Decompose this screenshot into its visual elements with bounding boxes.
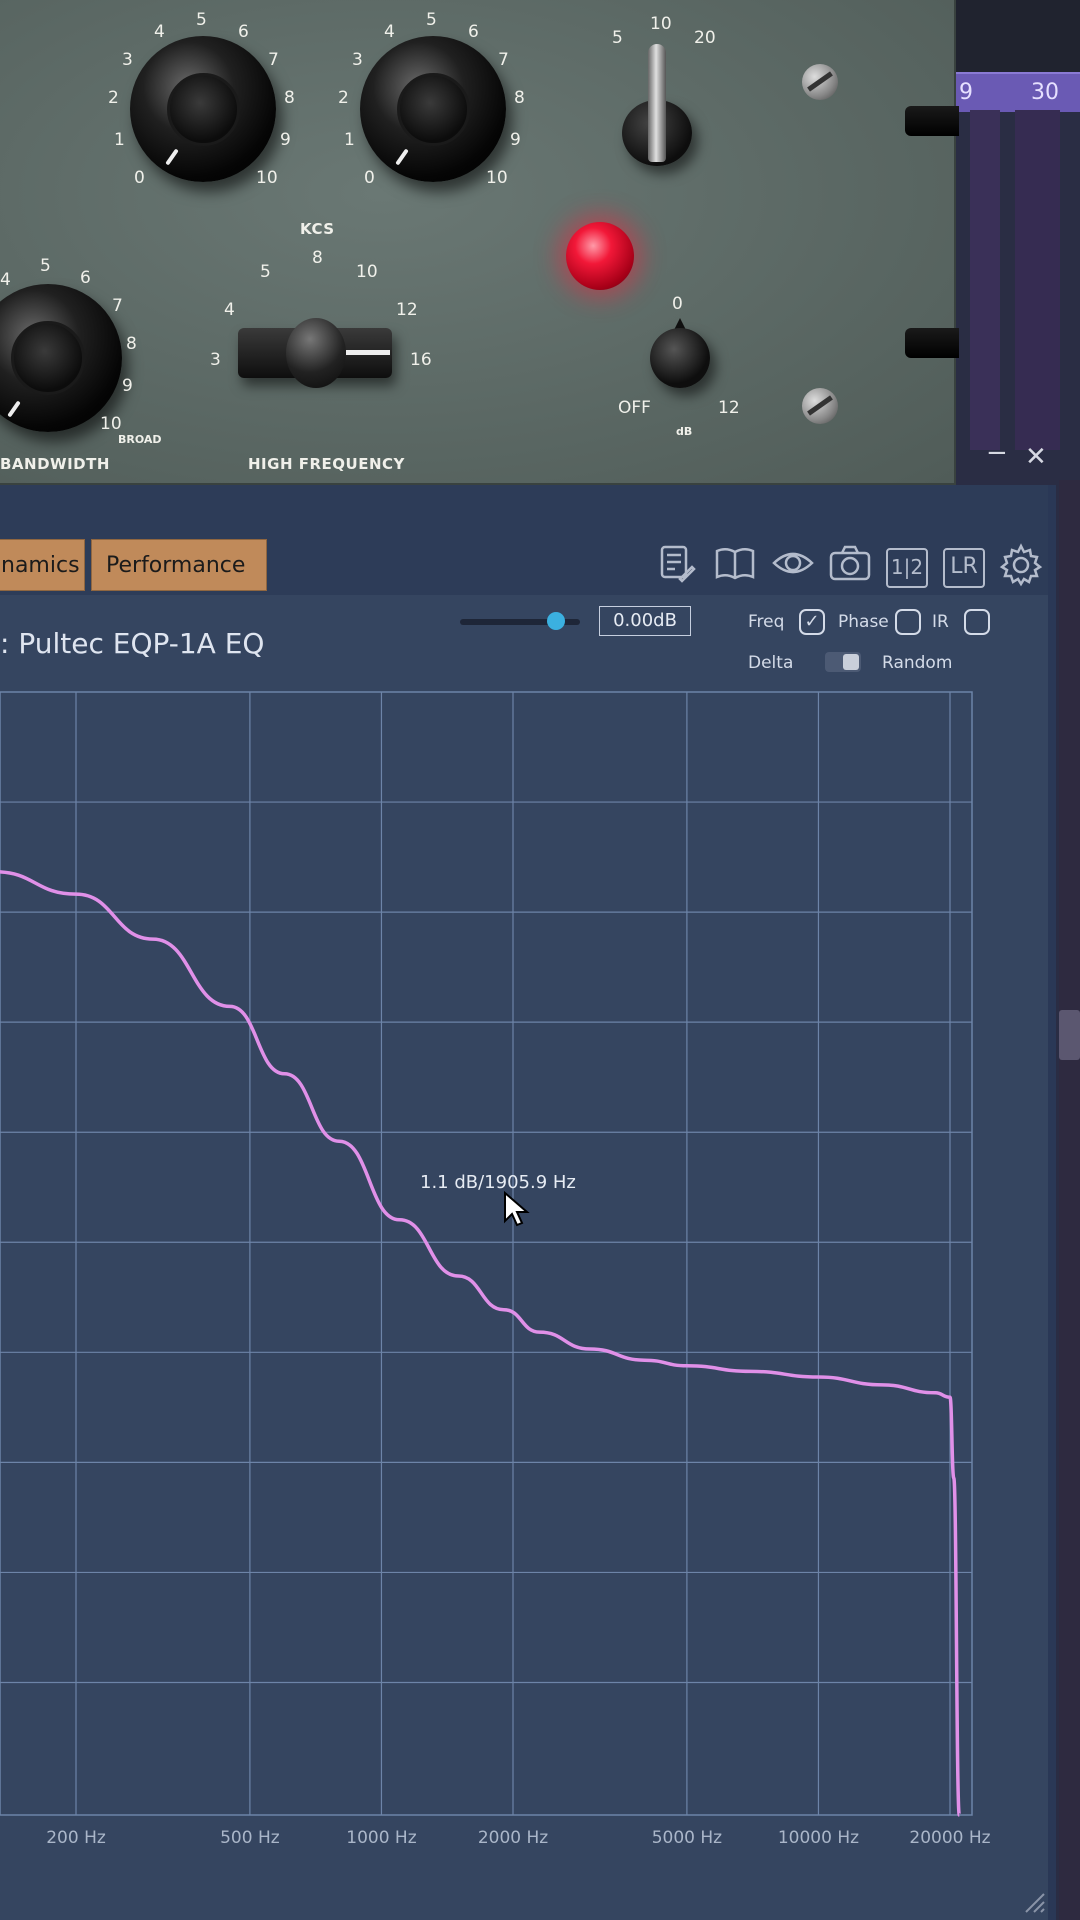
cursor-readout: 1.1 dB/1905.9 Hz [420, 1172, 576, 1193]
x-tick-label: 5000 Hz [652, 1828, 722, 1848]
plot-grid [0, 691, 973, 1816]
x-tick-label: 1000 Hz [346, 1828, 416, 1848]
x-tick-label: 200 Hz [46, 1828, 106, 1848]
x-tick-label: 20000 Hz [909, 1828, 990, 1848]
frequency-response-plot[interactable]: 200 Hz 500 Hz 1000 Hz 2000 Hz 5000 Hz 10000 H… [0, 0, 1080, 1920]
x-axis-ticks: 200 Hz 500 Hz 1000 Hz 2000 Hz 5000 Hz 10000 H… [46, 1828, 990, 1848]
plot-frame [0, 691, 973, 1816]
response-curve [0, 870, 962, 1817]
x-tick-label: 500 Hz [220, 1828, 280, 1848]
mouse-cursor-icon [504, 1191, 530, 1227]
x-tick-label: 2000 Hz [478, 1828, 548, 1848]
x-tick-label: 10000 Hz [778, 1828, 859, 1848]
resize-grip-icon[interactable] [1022, 1890, 1046, 1914]
response-curve-group [0, 870, 962, 1817]
